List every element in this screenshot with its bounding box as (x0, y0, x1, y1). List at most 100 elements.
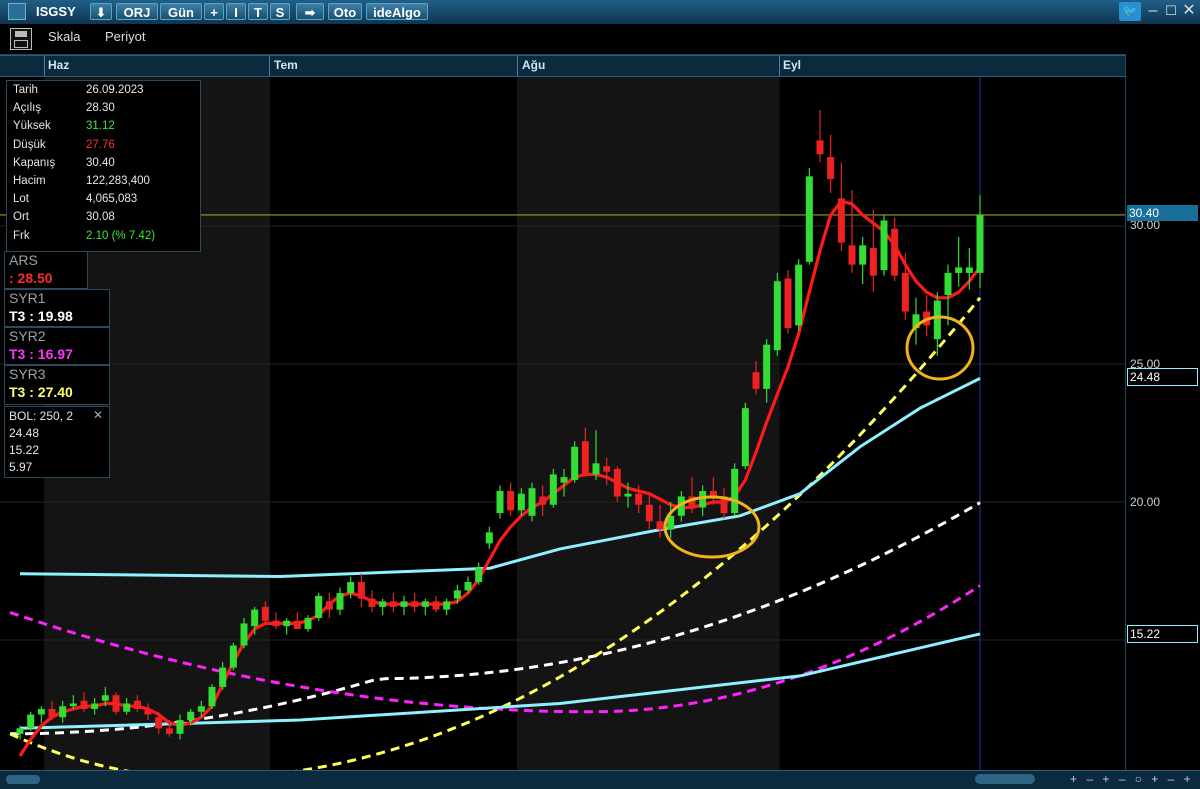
idealgo-button[interactable]: ideAlgo (366, 3, 428, 20)
info-value: 27.76 (86, 138, 115, 151)
bollinger-middle-value: 15.22 (9, 443, 40, 457)
price-axis[interactable]: 30.00 25.00 20.00 30.40 24.48 15.22 (1125, 54, 1200, 770)
info-row-yüksek: Yüksek 31.12 (13, 120, 198, 138)
info-key: Tarih (13, 84, 38, 96)
syr2-value: T3 : 16.97 (9, 346, 73, 362)
candle-body (848, 245, 856, 265)
axis-mark-tem (269, 56, 270, 76)
candle-body (741, 408, 749, 467)
info-value: 30.40 (86, 156, 115, 169)
close-icon[interactable]: ✕ (1178, 2, 1200, 21)
candle-body (240, 623, 248, 646)
syr3-legend[interactable]: SYR3 T3 : 27.40 (4, 365, 110, 405)
candle-body (304, 617, 312, 629)
orj-button[interactable]: ORJ (116, 3, 158, 20)
candle-body (432, 601, 440, 610)
chart-settings-icon[interactable] (8, 3, 26, 20)
candle-body (581, 441, 589, 475)
oto-button[interactable]: Oto (328, 3, 362, 20)
info-value: 31.12 (86, 120, 115, 133)
skala-menu[interactable]: Skala (48, 29, 81, 44)
candle-body (443, 601, 451, 610)
candle-body (528, 488, 536, 516)
bollinger-upper-value: 24.48 (9, 426, 40, 440)
candle-body (485, 532, 493, 544)
candle-body (379, 601, 387, 607)
twitter-icon[interactable]: 🐦 (1119, 2, 1141, 21)
i-button[interactable]: I (226, 3, 246, 20)
info-row-lot: Lot 4,065,083 (13, 193, 198, 211)
candle-body (475, 568, 483, 583)
candle-body (507, 490, 515, 511)
candle-body (880, 220, 888, 271)
month-band-agu (517, 75, 779, 770)
scroll-left-handle[interactable] (6, 775, 40, 784)
candle-body (176, 720, 184, 734)
candle-body (389, 601, 397, 607)
candle-body (656, 521, 664, 530)
syr1-value: T3 : 19.98 (9, 308, 73, 324)
candle-body (187, 711, 195, 721)
candle-body (133, 700, 141, 709)
candle-body (965, 267, 973, 273)
candle-body (208, 686, 216, 707)
info-row-düşük: Düşük 27.76 (13, 139, 198, 157)
scroll-right-handle[interactable] (975, 774, 1035, 784)
chart-toolbar: Skala Periyot (0, 24, 1200, 55)
candle-body (411, 601, 419, 607)
time-axis: Haz Tem Ağu Eyl (0, 55, 1125, 77)
download-icon[interactable]: ⬇ (90, 3, 112, 20)
ars-name: ARS (9, 252, 38, 268)
bollinger-name: BOL: 250, 2 (9, 409, 74, 423)
candle-body (293, 620, 301, 629)
bottom-scrollbar[interactable]: + – + – ○ + – + (0, 770, 1200, 789)
info-value: 4,065,083 (86, 193, 138, 206)
candle-body (165, 728, 173, 734)
candle-body (933, 300, 941, 340)
zoom-controls-icon[interactable]: + – + – ○ + – + (1070, 772, 1194, 786)
candle-body (496, 490, 504, 514)
t-button[interactable]: T (248, 3, 268, 20)
bollinger-legend[interactable]: BOL: 250, 2 ✕ 24.48 15.22 5.97 (4, 406, 110, 478)
candle-body (272, 620, 280, 627)
candle-body (261, 606, 269, 621)
month-label-eyl: Eyl (783, 58, 802, 72)
candle-body (731, 468, 739, 514)
ars-legend[interactable]: ARS : 28.50 (4, 251, 88, 289)
ars-value: : 28.50 (9, 270, 53, 286)
candle-body (336, 593, 344, 610)
candle-body (517, 493, 525, 511)
periyot-menu[interactable]: Periyot (105, 29, 145, 44)
price-label-20: 20.00 (1130, 495, 1161, 509)
candle-body (69, 703, 77, 707)
info-value: 30.08 (86, 211, 115, 224)
candle-body (539, 496, 547, 505)
candle-body (795, 264, 803, 326)
plus-button[interactable]: + (204, 3, 224, 20)
symbol-field[interactable]: ISGSY (36, 3, 88, 20)
candle-body (837, 198, 845, 243)
save-icon[interactable] (10, 28, 32, 50)
candle-body (955, 267, 963, 273)
syr1-name: SYR1 (9, 290, 46, 306)
candle-body (763, 344, 771, 389)
candle-body (613, 468, 621, 497)
s-button[interactable]: S (270, 3, 290, 20)
period-button[interactable]: Gün (160, 3, 202, 20)
candle-body (592, 463, 600, 475)
candle-body (144, 709, 152, 715)
syr1-legend[interactable]: SYR1 T3 : 19.98 (4, 289, 110, 327)
candle-body (80, 700, 88, 709)
bollinger-close-icon[interactable]: ✕ (93, 408, 103, 422)
month-label-tem: Tem (274, 58, 298, 72)
info-row-frk: Frk 2.10 (% 7.42) (13, 230, 198, 248)
syr2-legend[interactable]: SYR2 T3 : 16.97 (4, 327, 110, 365)
candle-body (827, 157, 835, 180)
arrow-right-icon[interactable]: ➡ (296, 3, 324, 20)
candle-body (400, 601, 408, 607)
bollinger-middle-tag: 15.22 (1127, 625, 1198, 643)
candle-body (357, 582, 365, 599)
info-key: Kapanış (13, 156, 56, 169)
candle-body (16, 728, 24, 734)
candle-body (112, 695, 120, 712)
